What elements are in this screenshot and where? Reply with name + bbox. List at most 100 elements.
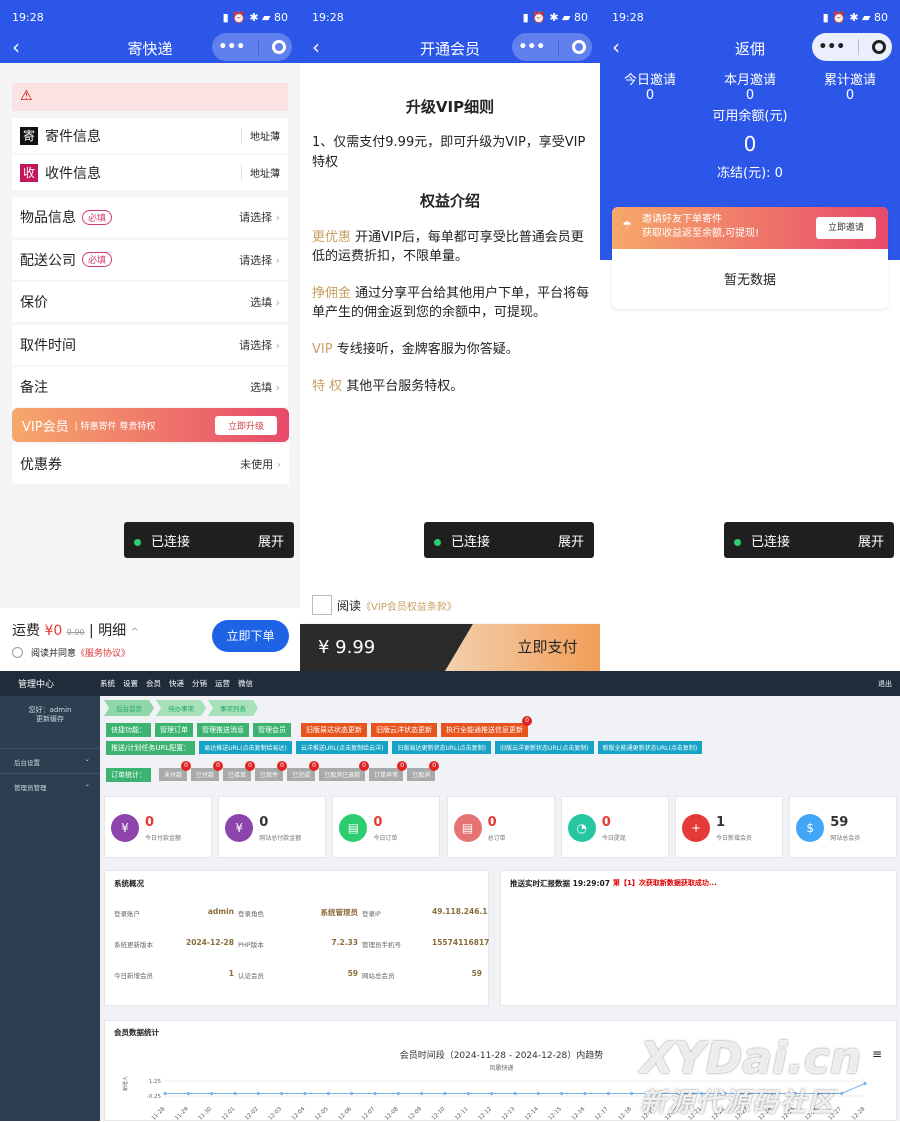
form-row[interactable]: 物品信息 必填 请选择 bbox=[12, 197, 288, 237]
admin-sidebar: 您好：admin 更新缓存 后台设置 ⌄ 管理员管理 ⌄ bbox=[0, 696, 100, 1121]
stat-icon: ▤ bbox=[453, 814, 482, 842]
terms-agreement[interactable]: 阅读 《VIP会员权益条款》 bbox=[312, 595, 457, 615]
x-tick-label: 11-30 bbox=[198, 1106, 214, 1122]
status-icons: ▮ ⏰ ✱ ▰ 80 bbox=[522, 10, 588, 24]
order-status-tag[interactable]: 已接单 0 bbox=[223, 761, 256, 781]
place-order-button[interactable]: 立即下单 bbox=[212, 620, 289, 652]
count-badge: 0 bbox=[429, 761, 440, 771]
order-status-tag[interactable]: 已完成 0 bbox=[287, 761, 320, 781]
copy-url-button[interactable]: 旧版易达更新状态URL(点击复制) bbox=[392, 741, 492, 754]
chevron-up-icon[interactable]: ^ bbox=[131, 627, 139, 638]
admin-menu-item[interactable]: 系统 bbox=[100, 678, 115, 689]
admin-menu-item[interactable]: 运营 bbox=[215, 678, 230, 689]
update-button-label: 旧版云洋状态更新 bbox=[376, 726, 432, 734]
logout-link[interactable]: 退出 bbox=[878, 679, 892, 689]
agree-text: 阅读并同意 bbox=[31, 649, 77, 659]
admin-menu-item[interactable]: 设置 bbox=[123, 678, 138, 689]
update-button[interactable]: 旧版云洋状态更新 bbox=[371, 723, 437, 737]
form-row-value: 选填 bbox=[250, 294, 280, 310]
more-icon[interactable]: ••• bbox=[218, 39, 245, 55]
order-status-tag[interactable]: 已付款 0 bbox=[191, 761, 224, 781]
order-status-tag[interactable]: 已取消已退款 0 bbox=[319, 761, 370, 781]
receiver-row[interactable]: 收收件信息 地址薄 bbox=[12, 155, 288, 190]
clear-cache-link[interactable]: 更新缓存 bbox=[0, 715, 100, 724]
coupon-row[interactable]: 优惠券 未使用 bbox=[12, 444, 289, 484]
form-row[interactable]: 备注 选填 bbox=[12, 367, 288, 408]
copy-url-button[interactable]: 易达推送URL(点击复制给易达) bbox=[199, 741, 292, 754]
connected-label: 已连接 bbox=[151, 534, 191, 550]
pay-button[interactable]: 立即支付 bbox=[445, 624, 600, 671]
back-icon[interactable]: ‹ bbox=[12, 34, 20, 60]
receiver-label: 收件信息 bbox=[45, 165, 101, 182]
connection-toast[interactable]: 已连接 展开 bbox=[424, 522, 594, 558]
read-label: 阅读 bbox=[337, 598, 362, 613]
close-ring-icon[interactable] bbox=[571, 40, 586, 54]
invite-button[interactable]: 立即邀请 bbox=[815, 217, 876, 239]
back-icon[interactable]: ‹ bbox=[612, 34, 620, 60]
checkbox[interactable] bbox=[312, 595, 332, 615]
copy-url-button[interactable]: 云洋推送URL(点击复制给云洋) bbox=[295, 741, 389, 754]
admin-menu-item[interactable]: 微信 bbox=[238, 678, 253, 689]
admin-brand: 管理中心 bbox=[18, 680, 55, 690]
benefits-list: 更优惠 开通VIP后，每单都可享受比普通会员更低的运费折扣，不限单量。 挣佣金 通… bbox=[312, 228, 590, 414]
expand-button[interactable]: 展开 bbox=[558, 531, 584, 550]
order-status-tag[interactable]: 已取件 0 bbox=[255, 761, 288, 781]
breadcrumb-item[interactable]: 待办事项 bbox=[156, 700, 206, 716]
expand-button[interactable]: 展开 bbox=[858, 531, 884, 550]
mini-capsule[interactable]: ••• bbox=[512, 33, 592, 61]
vip-banner[interactable]: VIP会员 | 特惠寄件 尊贵特权 立即升级 bbox=[12, 408, 289, 442]
copy-url-button[interactable]: 旧版云洋更新状态URL(点击复制) bbox=[495, 741, 594, 754]
admin-menu-item[interactable]: 分销 bbox=[192, 678, 207, 689]
update-button[interactable]: 旧版易达状态更新 bbox=[301, 723, 367, 737]
checkbox[interactable] bbox=[12, 647, 23, 658]
balance-label: 可用余额(元) bbox=[712, 109, 788, 124]
copy-url-button[interactable]: 新版全能通更新状态URL(点击复制) bbox=[597, 741, 703, 754]
admin-menu-item[interactable]: 快递 bbox=[169, 678, 184, 689]
vip-upgrade-button[interactable]: 立即升级 bbox=[214, 416, 277, 435]
connection-toast[interactable]: 已连接 展开 bbox=[124, 522, 294, 558]
agreement[interactable]: 阅读并同意 《服务协议》 bbox=[12, 646, 130, 659]
more-icon[interactable]: ••• bbox=[518, 39, 545, 55]
more-icon[interactable]: ••• bbox=[818, 39, 845, 55]
vip-title: VIP会员 bbox=[22, 419, 69, 435]
order-status-tag[interactable]: 已取消 0 bbox=[407, 761, 440, 781]
breadcrumb-item[interactable]: 事项列表 bbox=[208, 700, 258, 716]
fee-detail-link[interactable]: 明细 bbox=[98, 623, 126, 639]
vip-terms-link[interactable]: 《VIP会员权益条款》 bbox=[361, 598, 457, 613]
order-status-label: 已付款 bbox=[196, 772, 215, 779]
address-book-link[interactable]: 地址薄 bbox=[241, 165, 280, 180]
close-ring-icon[interactable] bbox=[271, 40, 286, 54]
stat-icon: $ bbox=[796, 814, 825, 842]
quick-button[interactable]: 管理订单 bbox=[155, 723, 193, 737]
order-status-tag[interactable]: 未付款 0 bbox=[159, 761, 192, 781]
breadcrumb-item[interactable]: 后台首页 bbox=[104, 700, 154, 716]
quick-button[interactable]: 管理推送消息 bbox=[197, 723, 249, 737]
form-row[interactable]: 配送公司 必填 请选择 bbox=[12, 239, 288, 280]
admin-menu-item[interactable]: 会员 bbox=[146, 678, 161, 689]
quick-button[interactable]: 管理会员 bbox=[253, 723, 291, 737]
sender-row[interactable]: 寄寄件信息 地址薄 bbox=[12, 118, 288, 153]
price: ¥ 9.99 bbox=[318, 637, 376, 658]
mini-capsule[interactable]: ••• bbox=[812, 33, 892, 61]
close-ring-icon[interactable] bbox=[871, 40, 886, 54]
back-icon[interactable]: ‹ bbox=[312, 34, 320, 60]
expand-button[interactable]: 展开 bbox=[258, 531, 284, 550]
stat-label: 今日新增会员 bbox=[716, 835, 753, 842]
sidebar-item[interactable]: 后台设置 ⌄ bbox=[0, 748, 100, 773]
push-report-title: 推送实时汇报数据 19:29:07 bbox=[510, 879, 610, 888]
order-label: 订单统计： bbox=[106, 768, 151, 782]
stat-card: $59 网站总会员 bbox=[789, 796, 898, 858]
sidebar-item[interactable]: 管理员管理 ⌄ bbox=[0, 773, 100, 798]
form-row[interactable]: 保价 选填 bbox=[12, 282, 288, 323]
admin-menu: 系统 设置 会员 快递 分销 运营 微信 bbox=[100, 678, 253, 689]
stat-icon: ¥ bbox=[225, 814, 254, 842]
push-label: 推送/计划任务URL配置： bbox=[106, 741, 196, 755]
data-point bbox=[396, 1091, 400, 1096]
update-button[interactable]: 执行全能通推送信息更新 0 bbox=[441, 716, 532, 737]
address-book-link[interactable]: 地址薄 bbox=[241, 128, 280, 143]
connection-toast[interactable]: 已连接 展开 bbox=[724, 522, 894, 558]
mini-capsule[interactable]: ••• bbox=[212, 33, 292, 61]
order-status-tag[interactable]: 订单异常 0 bbox=[369, 761, 408, 781]
form-row[interactable]: 取件时间 请选择 bbox=[12, 324, 288, 365]
service-agreement-link[interactable]: 《服务协议》 bbox=[76, 646, 130, 659]
